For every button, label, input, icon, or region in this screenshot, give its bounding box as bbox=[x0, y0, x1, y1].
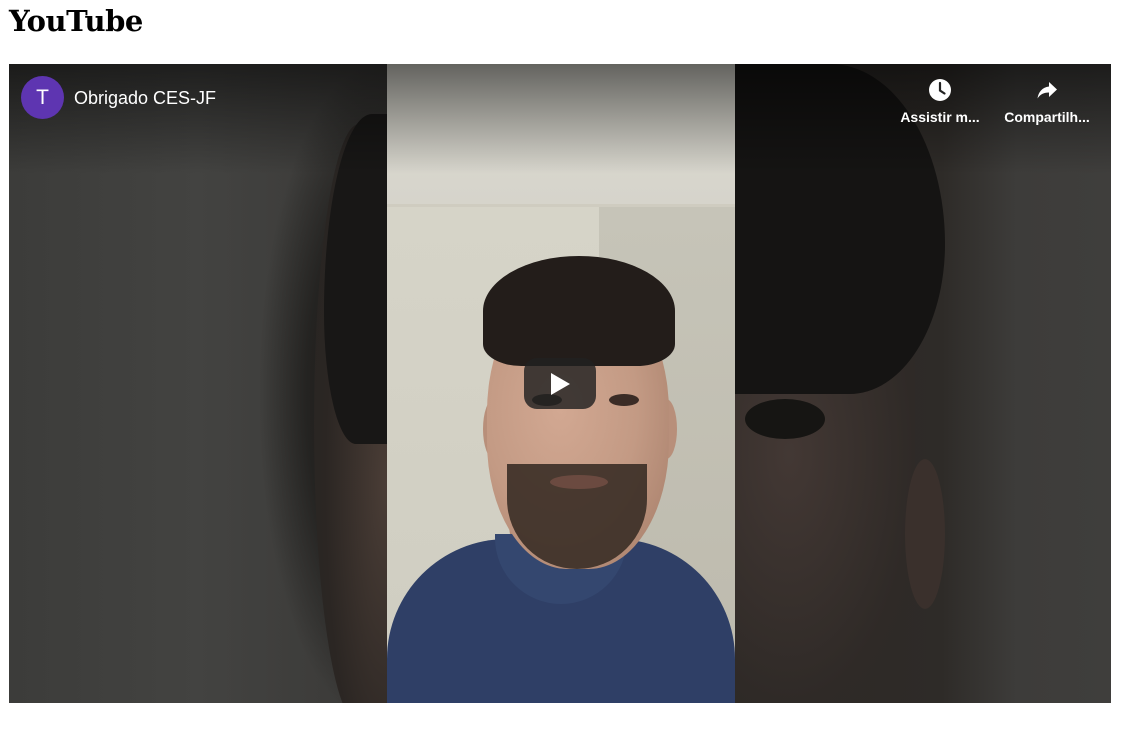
share-arrow-icon bbox=[1037, 82, 1057, 99]
avatar-letter: T bbox=[36, 85, 49, 109]
youtube-embed-player[interactable]: T Obrigado CES-JF Assistir m... Comparti… bbox=[9, 64, 1111, 703]
watch-later-button[interactable]: Assistir m... bbox=[892, 78, 988, 132]
watch-later-label: Assistir m... bbox=[900, 109, 980, 125]
play-icon bbox=[551, 373, 570, 395]
channel-avatar[interactable]: T bbox=[21, 76, 64, 119]
clock-icon bbox=[929, 79, 951, 101]
page-title: YouTube bbox=[9, 4, 143, 38]
play-button[interactable] bbox=[524, 358, 596, 409]
video-title-link[interactable]: Obrigado CES-JF bbox=[74, 88, 216, 109]
share-label: Compartilh... bbox=[1004, 109, 1090, 125]
share-button[interactable]: Compartilh... bbox=[999, 78, 1095, 132]
